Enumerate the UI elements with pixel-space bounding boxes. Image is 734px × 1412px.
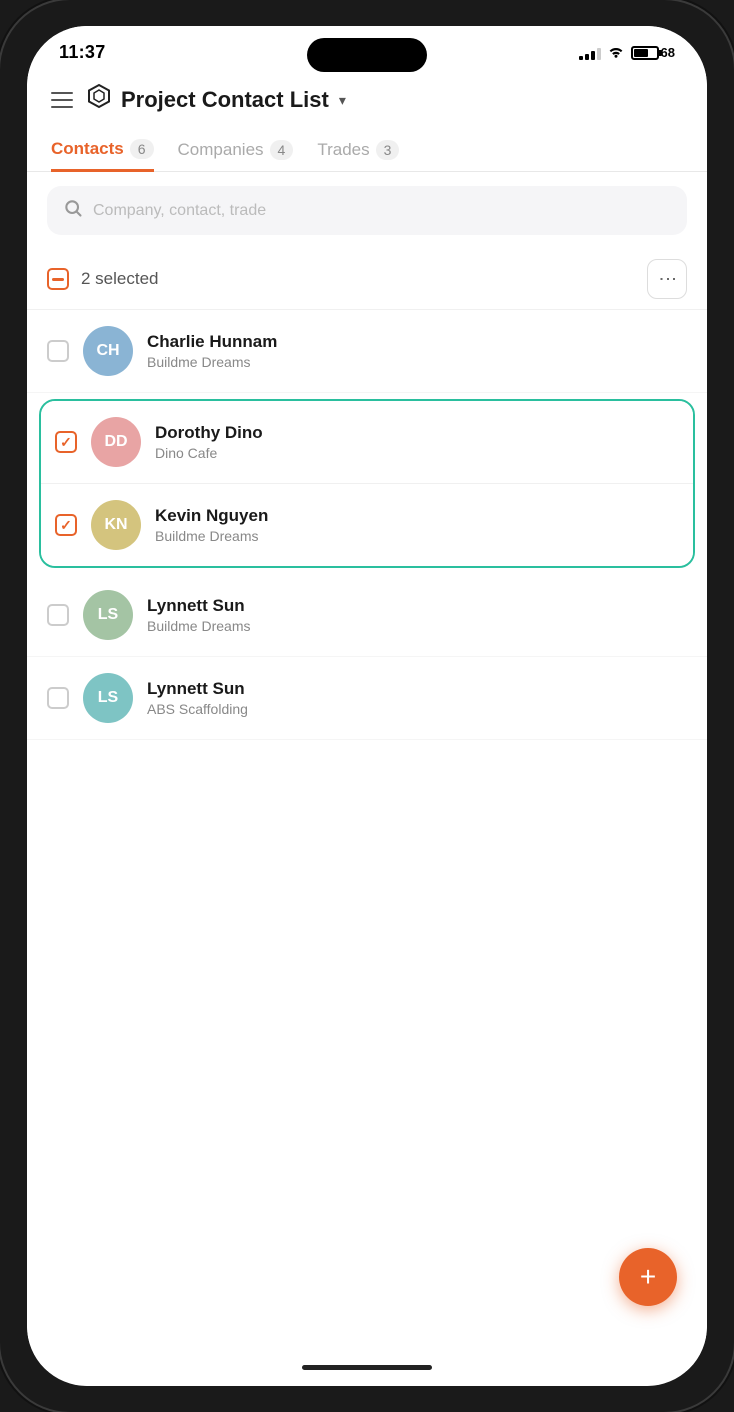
contact-checkbox-ch[interactable]: [47, 340, 69, 362]
contact-checkbox-ls2[interactable]: [47, 687, 69, 709]
add-icon: +: [640, 1263, 656, 1291]
selected-group: ✓ DD Dorothy Dino Dino Cafe: [39, 399, 695, 568]
dynamic-island: [307, 38, 427, 72]
menu-icon[interactable]: [51, 92, 73, 108]
list-item[interactable]: LS Lynnett Sun ABS Scaffolding: [27, 657, 707, 740]
phone-outer: 11:37: [27, 26, 707, 1386]
app-content: Project Contact List ▾ Contacts 6 Compan…: [27, 71, 707, 1371]
avatar: LS: [83, 590, 133, 640]
avatar-initials: DD: [104, 433, 127, 451]
avatar: LS: [83, 673, 133, 723]
add-contact-button[interactable]: +: [619, 1248, 677, 1306]
signal-icon: [579, 46, 601, 60]
phone-screen: 11:37: [27, 26, 707, 1386]
status-icons: 68: [579, 44, 675, 61]
home-indicator: [302, 1365, 432, 1370]
tabs-row: Contacts 6 Companies 4 Trades 3: [27, 129, 707, 172]
select-all-checkbox[interactable]: [47, 268, 69, 290]
tab-companies-label: Companies: [178, 140, 264, 160]
battery-percentage: 68: [661, 45, 675, 60]
status-time: 11:37: [59, 42, 106, 63]
tab-contacts-count: 6: [130, 139, 154, 159]
avatar-initials: KN: [104, 516, 127, 534]
contact-checkbox-kn[interactable]: ✓: [55, 514, 77, 536]
list-item[interactable]: ✓ KN Kevin Nguyen Buildme Dreams: [41, 484, 693, 566]
tab-contacts-label: Contacts: [51, 139, 124, 159]
contact-info: Dorothy Dino Dino Cafe: [155, 423, 679, 461]
more-options-button[interactable]: ⋮: [647, 259, 687, 299]
more-dots-icon: ⋮: [657, 270, 678, 289]
contact-company: Buildme Dreams: [147, 618, 687, 634]
contact-checkbox-dd[interactable]: ✓: [55, 431, 77, 453]
page-title: Project Contact List: [121, 87, 329, 113]
search-icon: [63, 198, 83, 223]
avatar: CH: [83, 326, 133, 376]
battery-icon: 68: [631, 45, 675, 60]
app-logo-icon: [85, 83, 113, 117]
list-item[interactable]: ✓ DD Dorothy Dino Dino Cafe: [41, 401, 693, 484]
contact-company: Buildme Dreams: [155, 528, 679, 544]
avatar: KN: [91, 500, 141, 550]
selection-count: 2 selected: [81, 269, 635, 289]
contact-info: Charlie Hunnam Buildme Dreams: [147, 332, 687, 370]
tab-companies-count: 4: [270, 140, 294, 160]
header-title-area: Project Contact List ▾: [85, 83, 683, 117]
search-container: Company, contact, trade: [27, 172, 707, 249]
contact-info: Lynnett Sun Buildme Dreams: [147, 596, 687, 634]
contacts-list: CH Charlie Hunnam Buildme Dreams ✓: [27, 310, 707, 740]
list-item[interactable]: LS Lynnett Sun Buildme Dreams: [27, 574, 707, 657]
list-item[interactable]: CH Charlie Hunnam Buildme Dreams: [27, 310, 707, 393]
contact-name: Dorothy Dino: [155, 423, 679, 443]
contact-name: Charlie Hunnam: [147, 332, 687, 352]
tab-companies[interactable]: Companies 4: [178, 130, 294, 170]
avatar-initials: CH: [96, 342, 119, 360]
search-box[interactable]: Company, contact, trade: [47, 186, 687, 235]
selection-bar: 2 selected ⋮: [27, 249, 707, 310]
contact-info: Lynnett Sun ABS Scaffolding: [147, 679, 687, 717]
app-header: Project Contact List ▾: [27, 71, 707, 129]
tab-trades[interactable]: Trades 3: [317, 130, 399, 170]
wifi-icon: [607, 44, 625, 61]
contact-company: Dino Cafe: [155, 445, 679, 461]
contact-checkbox-ls1[interactable]: [47, 604, 69, 626]
contact-name: Lynnett Sun: [147, 679, 687, 699]
search-placeholder: Company, contact, trade: [93, 202, 671, 220]
tab-trades-count: 3: [376, 140, 400, 160]
contact-name: Lynnett Sun: [147, 596, 687, 616]
tab-contacts[interactable]: Contacts 6: [51, 129, 154, 172]
contact-info: Kevin Nguyen Buildme Dreams: [155, 506, 679, 544]
contact-name: Kevin Nguyen: [155, 506, 679, 526]
tab-trades-label: Trades: [317, 140, 369, 160]
contact-company: ABS Scaffolding: [147, 701, 687, 717]
avatar-initials: LS: [98, 606, 118, 624]
contact-company: Buildme Dreams: [147, 354, 687, 370]
chevron-down-icon[interactable]: ▾: [339, 92, 346, 109]
avatar-initials: LS: [98, 689, 118, 707]
avatar: DD: [91, 417, 141, 467]
phone-frame: 11:37: [0, 0, 734, 1412]
